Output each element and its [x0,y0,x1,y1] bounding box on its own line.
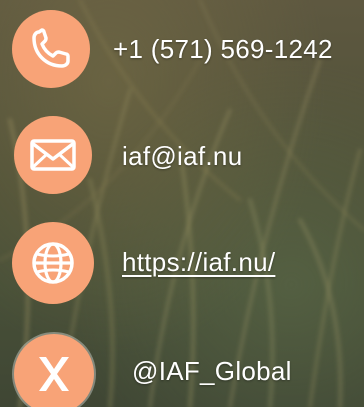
envelope-icon [14,116,92,194]
contact-row-email: iaf@iaf.nu [0,110,364,200]
phone-number[interactable]: +1 (571) 569-1242 [113,34,333,65]
contact-row-phone: +1 (571) 569-1242 [0,4,364,94]
email-address[interactable]: iaf@iaf.nu [122,141,242,172]
phone-icon [12,10,90,88]
contact-row-social: @IAF_Global [0,320,364,407]
contact-row-website: https://iaf.nu/ [0,216,364,306]
globe-icon [12,222,94,304]
website-link[interactable]: https://iaf.nu/ [122,247,275,278]
x-logo-icon [14,334,94,407]
social-handle[interactable]: @IAF_Global [132,356,292,387]
